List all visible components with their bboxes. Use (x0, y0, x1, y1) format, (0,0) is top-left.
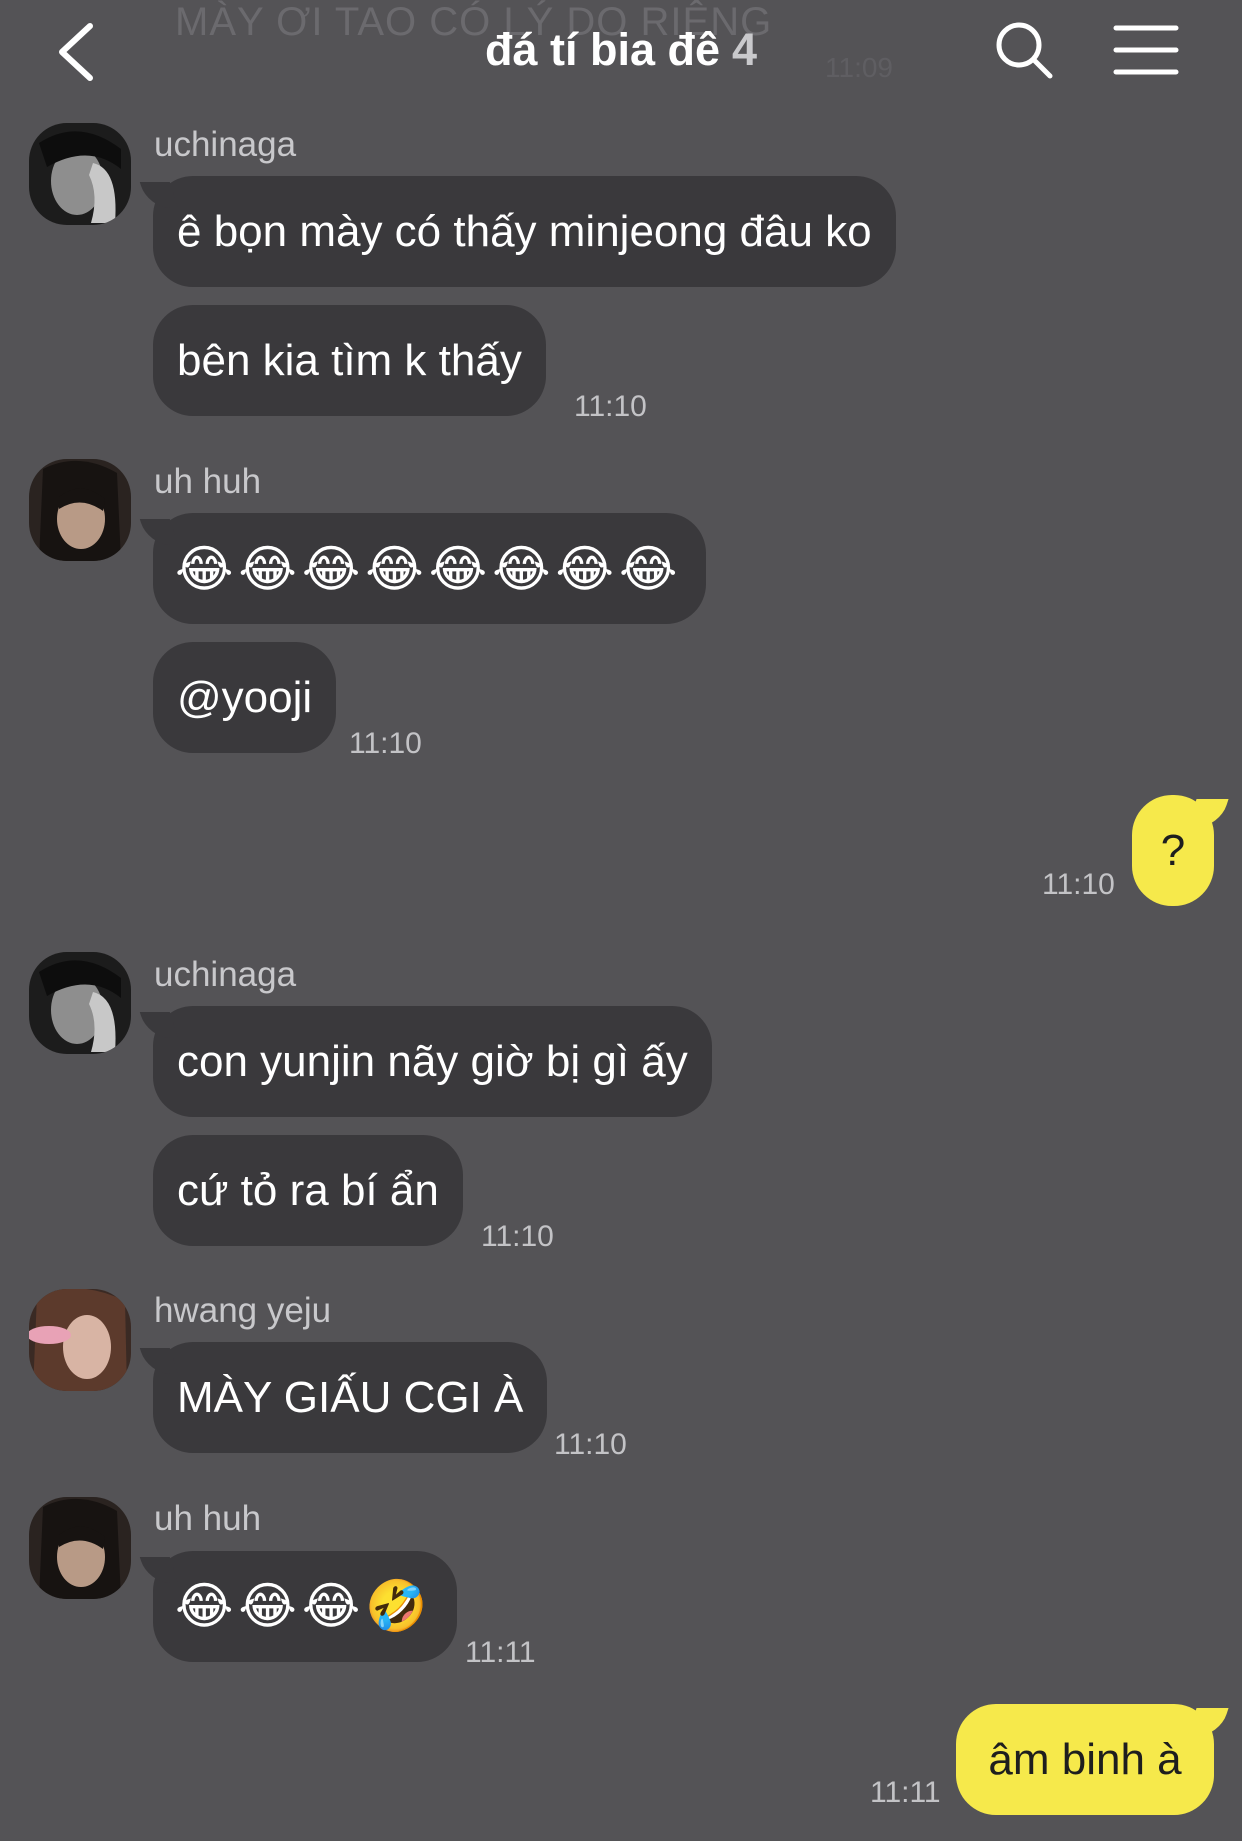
previous-message-preview: MÀY ƠI TAO CÓ LÝ DO RIÊNG (175, 0, 773, 44)
message-bubble[interactable]: 😂😂😂🤣 (153, 1551, 457, 1662)
avatar-uchinaga[interactable] (29, 123, 131, 225)
message-bubble[interactable]: con yunjin nãy giờ bị gì ấy (153, 1006, 712, 1117)
message-bubble[interactable]: @yooji (153, 642, 337, 753)
my-message-bubble[interactable]: ? (1132, 795, 1214, 906)
profile-photo-icon (29, 1497, 131, 1599)
message-timestamp: 11:10 (554, 1428, 627, 1461)
profile-photo-icon (29, 1289, 131, 1391)
message-timestamp: 11:10 (1042, 868, 1115, 901)
message-timestamp: 11:11 (465, 1636, 536, 1669)
message-bubble[interactable]: ê bọn mày có thấy minjeong đâu ko (153, 176, 896, 287)
message-bubble[interactable]: bên kia tìm k thấy (153, 305, 546, 416)
message-timestamp: 11:10 (574, 390, 647, 423)
avatar-hwang-yeju[interactable] (29, 1289, 131, 1391)
sender-name: uh huh (154, 1499, 262, 1538)
sender-name: uh huh (154, 462, 262, 501)
message-bubble[interactable]: MÀY GIẤU CGI À (153, 1342, 548, 1453)
chevron-left-icon (59, 23, 93, 81)
message-timestamp: 11:10 (481, 1220, 554, 1253)
profile-photo-icon (29, 123, 131, 225)
avatar-uh-huh[interactable] (29, 1497, 131, 1599)
hamburger-menu-icon (1113, 25, 1179, 75)
message-timestamp: 11:10 (349, 727, 422, 760)
avatar-uh-huh[interactable] (29, 459, 131, 561)
sender-name: hwang yeju (154, 1291, 332, 1330)
sender-name: uchinaga (154, 125, 297, 164)
search-icon (996, 22, 1053, 79)
menu-button[interactable] (1112, 20, 1180, 80)
profile-photo-icon (29, 952, 131, 1054)
message-bubble[interactable]: cứ tỏ ra bí ẩn (153, 1135, 463, 1246)
my-message-bubble[interactable]: âm binh à (956, 1704, 1214, 1815)
search-button[interactable] (992, 18, 1056, 82)
previous-message-time: 11:09 (825, 52, 893, 83)
avatar-uchinaga[interactable] (29, 952, 131, 1054)
sender-name: uchinaga (154, 955, 297, 994)
message-bubble[interactable]: 😂😂😂😂😂😂😂😂 (153, 513, 707, 624)
back-button[interactable] (48, 20, 108, 82)
message-timestamp: 11:11 (870, 1776, 941, 1809)
profile-photo-icon (29, 459, 131, 561)
